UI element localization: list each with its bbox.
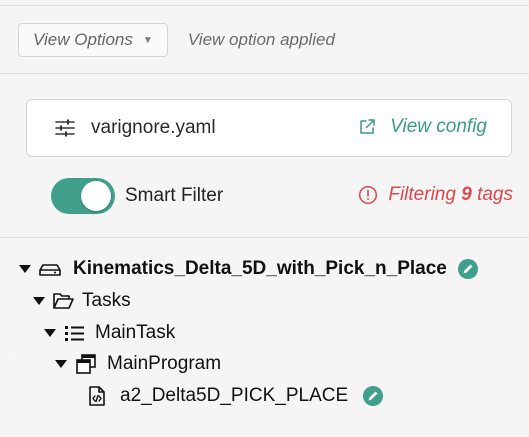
- view-options-button[interactable]: View Options ▼: [18, 23, 168, 57]
- edit-pencil-icon[interactable]: [362, 385, 384, 407]
- filter-status: Filtering 9 tags: [358, 184, 513, 206]
- tree-node-label: a2_Delta5D_PICK_PLACE: [120, 385, 349, 406]
- filter-status-text: Filtering 9 tags: [388, 184, 513, 206]
- view-options-row: View Options ▼ View option applied: [18, 23, 335, 57]
- tag-browser-panel: View Options ▼ View option applied varig…: [0, 0, 529, 437]
- config-card: varignore.yaml View config: [26, 99, 512, 157]
- smart-filter-row: Smart Filter Filtering 9 tags: [0, 178, 529, 214]
- tree-node-routine[interactable]: a2_Delta5D_PICK_PLACE: [86, 385, 384, 407]
- program-window-icon: [76, 354, 96, 374]
- view-options-label: View Options: [33, 30, 133, 49]
- filter-status-prefix: Filtering: [388, 184, 456, 205]
- config-filename: varignore.yaml: [91, 117, 216, 138]
- edit-pencil-icon[interactable]: [457, 258, 479, 280]
- section-divider: [0, 73, 529, 74]
- tree-node-label: Tasks: [82, 290, 131, 311]
- tree-node-root[interactable]: Kinematics_Delta_5D_with_Pick_n_Place: [17, 258, 479, 280]
- tree-node-label: Kinematics_Delta_5D_with_Pick_n_Place: [73, 258, 447, 279]
- view-config-link[interactable]: View config: [358, 116, 487, 138]
- chevron-left-icon[interactable]: ‹: [9, 348, 13, 362]
- view-status-text: View option applied: [187, 30, 335, 49]
- folder-open-icon: [53, 293, 74, 309]
- top-divider: [0, 0, 529, 6]
- tree-node-label: MainProgram: [107, 353, 222, 374]
- expand-triangle-icon[interactable]: [53, 356, 69, 372]
- smart-filter-toggle[interactable]: [51, 178, 115, 214]
- code-file-icon: [89, 386, 105, 406]
- tree-node-label: MainTask: [95, 322, 176, 343]
- expand-triangle-icon[interactable]: [31, 293, 47, 309]
- sliders-icon: [55, 119, 75, 137]
- tree-node-mainprogram[interactable]: MainProgram: [53, 353, 221, 375]
- toggle-knob: [81, 181, 111, 211]
- view-config-label: View config: [390, 116, 487, 137]
- tree-node-maintask[interactable]: MainTask: [42, 322, 175, 344]
- expand-triangle-icon[interactable]: [42, 325, 58, 341]
- smart-filter-label: Smart Filter: [125, 185, 224, 206]
- tree-node-tasks[interactable]: Tasks: [31, 290, 131, 312]
- filter-status-suffix: tags: [477, 184, 513, 205]
- drive-icon: [39, 264, 61, 276]
- external-link-icon: [360, 119, 375, 134]
- list-icon: [65, 326, 84, 341]
- caret-down-icon: ▼: [142, 34, 153, 46]
- filter-status-count: 9: [461, 184, 472, 205]
- tree-divider: [0, 237, 529, 238]
- warning-circle-icon: [359, 185, 378, 205]
- expand-triangle-icon[interactable]: [17, 261, 33, 277]
